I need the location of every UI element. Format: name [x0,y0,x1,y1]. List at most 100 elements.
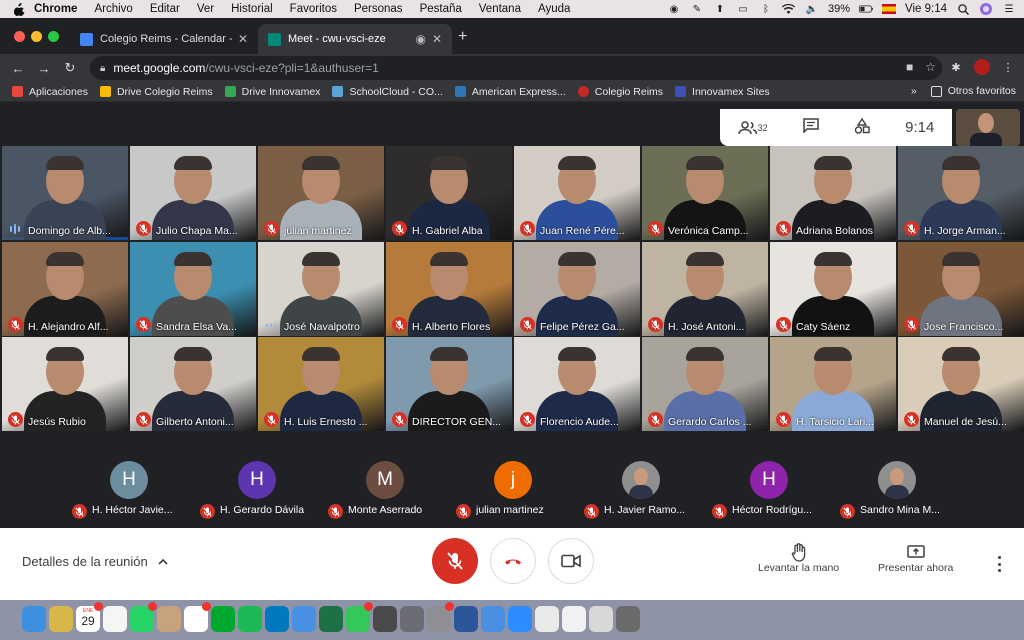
tab-calendar[interactable]: Colegio Reims - Calendar - vie ✕ [70,24,258,54]
control-center-icon[interactable]: ☰ [1002,3,1016,15]
evernote-icon[interactable] [211,606,235,632]
close-tab-icon[interactable]: ✕ [432,32,442,46]
spain-flag-icon[interactable] [882,3,896,15]
meeting-details-button[interactable]: Detalles de la reunión [22,554,168,569]
audio-participant[interactable]: Sandro Mina M... [834,453,960,523]
leave-call-button[interactable] [490,538,536,584]
preview-icon[interactable] [535,606,559,632]
participants-button[interactable]: 32 [737,120,768,135]
participant-tile[interactable]: Verónica Camp... [642,146,768,240]
bookmark-drive-reims[interactable]: Drive Colegio Reims [99,86,213,98]
menu-historial[interactable]: Historial [231,3,273,15]
keynote-icon[interactable] [292,606,316,632]
spotlight-icon[interactable] [956,3,970,15]
participant-tile[interactable]: Julio Chapa Ma... [130,146,256,240]
present-now-button[interactable]: Presentar ahora [878,542,953,574]
participant-tile[interactable]: H. Gabriel Alba [386,146,512,240]
tab-meet[interactable]: Meet - cwu-vsci-eze ◉ ✕ [258,24,452,54]
extensions-icon[interactable]: ✱ [948,59,964,75]
bookmark-amex[interactable]: American Express... [454,86,566,98]
wifi-icon[interactable] [782,3,796,15]
menu-archivo[interactable]: Archivo [94,3,132,15]
minimize-window-button[interactable] [31,31,42,42]
bookmark-innovamex-sites[interactable]: Innovamex Sites [675,86,770,98]
upload-status-icon[interactable]: ⬆ [713,3,727,15]
other-bookmarks[interactable]: Otros favoritos [930,85,1016,97]
close-tab-icon[interactable]: ✕ [238,32,248,46]
participant-tile[interactable]: H. Jorge Arman... [898,146,1024,240]
participant-tile[interactable]: DIRECTOR GEN... [386,337,512,431]
participant-tile[interactable]: Jesús Rubio [2,337,128,431]
participant-tile[interactable]: Manuel de Jesú... [898,337,1024,431]
audio-participant[interactable]: H H. Gerardo Dávila [194,453,320,523]
word-icon[interactable] [454,606,478,632]
audio-participant[interactable]: H. Javier Ramo... [578,453,704,523]
chat-button[interactable] [803,118,819,137]
raise-hand-button[interactable]: Levantar la mano [758,542,839,574]
participant-tile[interactable]: Gerardo Carlos ... [642,337,768,431]
siri-icon[interactable] [979,3,993,15]
zoom-icon[interactable] [508,606,532,632]
evernote-status-icon[interactable]: ◉ [667,3,681,15]
close-window-button[interactable] [14,31,25,42]
participant-tile[interactable]: Jose Francisco... [898,242,1024,336]
chrome-icon[interactable] [184,602,211,632]
participant-tile[interactable]: Caty Sáenz [770,242,896,336]
new-tab-icon[interactable]: + [458,28,467,46]
bookmark-colegio-reims[interactable]: Colegio Reims [577,86,663,98]
more-options-icon[interactable] [994,556,1004,572]
bookmark-drive-innovamex[interactable]: Drive Innovamex [224,86,320,98]
profile-avatar[interactable] [974,59,990,75]
volume-icon[interactable]: 🔈 [805,3,819,15]
participant-tile[interactable]: Sandra Elsa Va... [130,242,256,336]
calendar-icon[interactable]: ENE 29 [76,602,103,632]
participant-tile[interactable]: Adriana Bolanos [770,146,896,240]
bookmark-star-icon[interactable]: ☆ [925,60,936,74]
back-icon[interactable]: ← [10,60,26,76]
bookmark-apps[interactable]: Aplicaciones [12,86,88,98]
participant-tile[interactable]: Domingo de Alb... [2,146,128,240]
browser-menu-icon[interactable]: ⋮ [1000,59,1016,75]
launchpad-icon[interactable] [400,606,424,632]
excel-icon[interactable] [319,606,343,632]
menu-personas[interactable]: Personas [354,3,403,15]
participant-tile[interactable]: H. Alejandro Alf... [2,242,128,336]
audio-participant[interactable]: H Héctor Rodrígu... [706,453,832,523]
menu-app-name[interactable]: Chrome [34,3,77,15]
settings-icon[interactable] [427,602,454,632]
participant-tile[interactable]: José Navalpotro [258,242,384,336]
participant-tile[interactable]: Felipe Pérez Ga... [514,242,640,336]
menu-ventana[interactable]: Ventana [479,3,521,15]
pen-status-icon[interactable]: ✎ [690,3,704,15]
apple-icon[interactable] [12,2,26,16]
participant-tile[interactable]: julian martinez [258,146,384,240]
facetime-icon[interactable] [346,602,373,632]
participant-tile[interactable]: H. Alberto Flores [386,242,512,336]
menu-ver[interactable]: Ver [197,3,214,15]
audio-participant[interactable]: H H. Héctor Javie... [66,453,192,523]
participant-tile[interactable]: H. Tarsicio Lari... [770,337,896,431]
airplay-icon[interactable]: ▭ [736,3,750,15]
audio-participant[interactable]: j julian martinez [450,453,576,523]
participant-tile[interactable]: H. José Antoni... [642,242,768,336]
bookmark-schoolcloud[interactable]: SchoolCloud - CO... [332,86,443,98]
menu-ayuda[interactable]: Ayuda [538,3,570,15]
camera-in-use-icon[interactable]: ■ [906,60,913,74]
bookmarks-overflow-icon[interactable]: » [911,85,917,97]
zoom-window-button[interactable] [48,31,59,42]
menu-favoritos[interactable]: Favoritos [290,3,337,15]
menubar-clock[interactable]: Vie 9:14 [905,3,947,15]
participant-tile[interactable]: H. Luis Ernesto ... [258,337,384,431]
trello-icon[interactable] [265,606,289,632]
mail-icon[interactable] [481,606,505,632]
battery-icon[interactable] [859,3,873,15]
menu-editar[interactable]: Editar [150,3,180,15]
spotify-icon[interactable] [238,606,262,632]
reload-icon[interactable]: ↻ [62,60,78,76]
whatsapp-icon[interactable] [130,602,157,632]
reminders-icon[interactable] [103,606,127,632]
photos-icon[interactable] [589,606,613,632]
menu-pestana[interactable]: Pestaña [420,3,462,15]
mic-toggle-button[interactable] [432,538,478,584]
forward-icon[interactable]: → [36,60,52,76]
